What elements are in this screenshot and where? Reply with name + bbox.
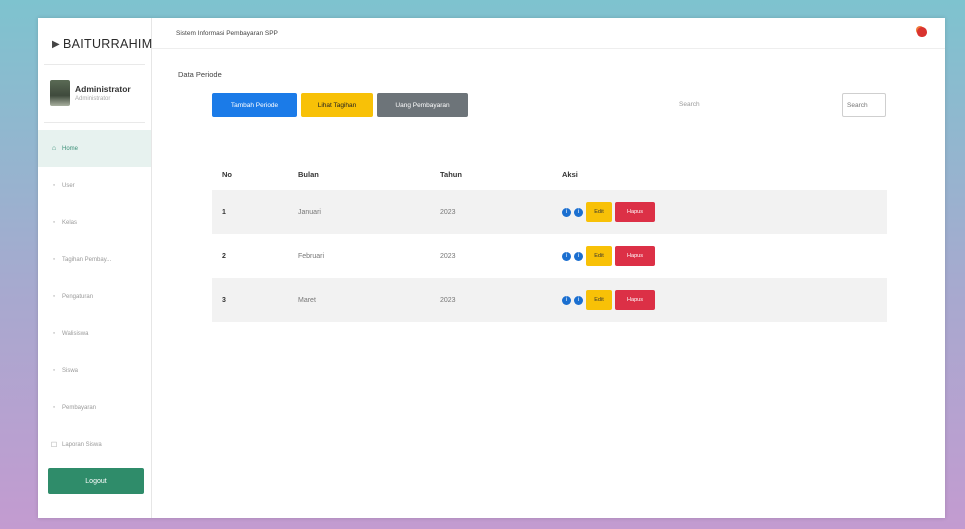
sidebar-item-kelas[interactable]: ◦ Kelas xyxy=(38,204,151,241)
period-table: No Bulan Tahun Aksi 1 Januari 2023 i i E… xyxy=(212,158,887,322)
browser-logo-icon[interactable] xyxy=(917,27,927,37)
add-period-button[interactable]: Tambah Periode xyxy=(212,93,297,117)
sidebar: ▶ BAITURRAHIM Administrator Administrato… xyxy=(38,18,152,518)
search-label: Search xyxy=(679,101,700,108)
sidebar-item-label: Walisiswa xyxy=(62,330,89,337)
sidebar-item-laporan[interactable]: ☐ Laporan Siswa xyxy=(38,426,151,463)
table-row: 3 Maret 2023 i i Edit Hapus xyxy=(212,278,887,322)
logout-button[interactable]: Logout xyxy=(48,468,144,494)
user-profile: Administrator Administrator xyxy=(50,80,131,106)
detail-icon[interactable]: i xyxy=(574,251,583,261)
header-aksi: Aksi xyxy=(562,169,578,179)
view-bill-button[interactable]: Lihat Tagihan xyxy=(301,93,373,117)
delete-button[interactable]: Hapus xyxy=(615,246,655,266)
bill-icon: ◦ xyxy=(52,256,56,263)
avatar xyxy=(50,80,70,106)
cell-aksi: i i Edit Hapus xyxy=(562,190,655,234)
profile-role: Administrator xyxy=(75,96,111,102)
sidebar-item-user[interactable]: ◦ User xyxy=(38,167,151,204)
page-title: Data Periode xyxy=(178,70,222,79)
cell-no: 1 xyxy=(222,208,226,216)
cell-tahun: 2023 xyxy=(440,296,456,304)
cell-no: 3 xyxy=(222,296,226,304)
user-icon: ◦ xyxy=(52,182,56,189)
header-no: No xyxy=(222,169,232,179)
play-icon: ▶ xyxy=(52,38,60,50)
sidebar-divider xyxy=(44,122,145,123)
home-icon: ⌂ xyxy=(51,145,57,152)
cell-bulan: Februari xyxy=(298,252,325,260)
app-title: Sistem Informasi Pembayaran SPP xyxy=(176,29,278,37)
cell-bulan: Maret xyxy=(298,296,316,304)
sidebar-item-label: Siswa xyxy=(62,367,79,374)
cell-no: 2 xyxy=(222,252,226,260)
info-icon[interactable]: i xyxy=(562,295,571,305)
sidebar-divider xyxy=(44,64,145,65)
report-icon: ☐ xyxy=(50,441,58,449)
guardian-icon: ◦ xyxy=(52,330,56,337)
profile-name: Administrator xyxy=(75,84,131,94)
table-row: 1 Januari 2023 i i Edit Hapus xyxy=(212,190,887,234)
edit-button[interactable]: Edit xyxy=(586,202,612,222)
sidebar-item-label: Kelas xyxy=(62,219,78,226)
sidebar-item-label: Tagihan Pembay... xyxy=(62,256,112,263)
sidebar-item-pengaturan[interactable]: ◦ Pengaturan xyxy=(38,278,151,315)
sidebar-item-label: Home xyxy=(62,145,79,152)
info-icon[interactable]: i xyxy=(562,251,571,261)
payment-button[interactable]: Uang Pembayaran xyxy=(377,93,468,117)
sidebar-item-tagihan[interactable]: ◦ Tagihan Pembay... xyxy=(38,241,151,278)
info-icon[interactable]: i xyxy=(562,207,571,217)
header-tahun: Tahun xyxy=(440,169,462,179)
detail-icon[interactable]: i xyxy=(574,207,583,217)
brand-name: BAITURRAHIM xyxy=(63,37,153,51)
sidebar-nav: ⌂ Home ◦ User ◦ Kelas ◦ Tagihan Pembay..… xyxy=(38,130,151,463)
cell-tahun: 2023 xyxy=(440,208,456,216)
sidebar-item-walisiswa[interactable]: ◦ Walisiswa xyxy=(38,315,151,352)
cell-tahun: 2023 xyxy=(440,252,456,260)
delete-button[interactable]: Hapus xyxy=(615,290,655,310)
table-header: No Bulan Tahun Aksi xyxy=(212,158,887,190)
sidebar-item-label: User xyxy=(62,182,75,189)
sidebar-item-siswa[interactable]: ◦ Siswa xyxy=(38,352,151,389)
sidebar-item-label: Pembayaran xyxy=(62,404,97,411)
cell-aksi: i i Edit Hapus xyxy=(562,234,655,278)
sidebar-item-pembayaran[interactable]: ◦ Pembayaran xyxy=(38,389,151,426)
app-window: ▶ BAITURRAHIM Administrator Administrato… xyxy=(38,18,945,518)
table-row: 2 Februari 2023 i i Edit Hapus xyxy=(212,234,887,278)
detail-icon[interactable]: i xyxy=(574,295,583,305)
cell-aksi: i i Edit Hapus xyxy=(562,278,655,322)
sidebar-item-label: Pengaturan xyxy=(62,293,94,300)
settings-icon: ◦ xyxy=(52,293,56,300)
delete-button[interactable]: Hapus xyxy=(615,202,655,222)
brand-logo[interactable]: ▶ BAITURRAHIM xyxy=(52,32,152,56)
edit-button[interactable]: Edit xyxy=(586,290,612,310)
sidebar-item-home[interactable]: ⌂ Home xyxy=(38,130,151,167)
sidebar-item-label: Laporan Siswa xyxy=(62,441,102,448)
search-input[interactable] xyxy=(842,93,886,117)
cell-bulan: Januari xyxy=(298,208,321,216)
payment-icon: ◦ xyxy=(52,404,56,411)
header-bulan: Bulan xyxy=(298,169,319,179)
main-content: Data Periode Tambah Periode Lihat Tagiha… xyxy=(152,48,945,518)
edit-button[interactable]: Edit xyxy=(586,246,612,266)
top-bar: Sistem Informasi Pembayaran SPP xyxy=(152,18,945,49)
class-icon: ◦ xyxy=(52,219,56,226)
student-icon: ◦ xyxy=(52,367,56,374)
